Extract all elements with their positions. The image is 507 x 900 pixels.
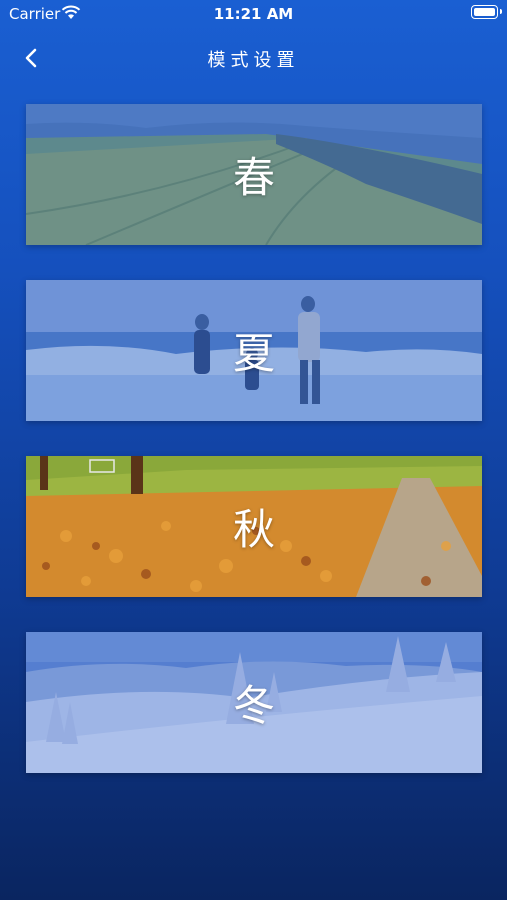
nav-bar: 模式设置 [0,36,507,80]
season-label-spring: 春 [232,153,275,202]
battery-icon [471,5,498,19]
season-label-autumn: 秋 [232,505,275,554]
season-card-autumn[interactable]: 秋 [26,456,482,597]
season-label-winter: 冬 [232,681,275,730]
season-card-spring[interactable]: 春 [26,104,482,245]
clock: 11:21 AM [213,5,294,23]
status-bar: Carrier 11:21 AM [0,0,507,28]
season-card-winter[interactable]: 冬 [26,632,482,773]
page-title: 模式设置 [207,50,300,71]
season-card-summer[interactable]: 夏 [26,280,482,421]
season-label-summer: 夏 [232,329,275,378]
